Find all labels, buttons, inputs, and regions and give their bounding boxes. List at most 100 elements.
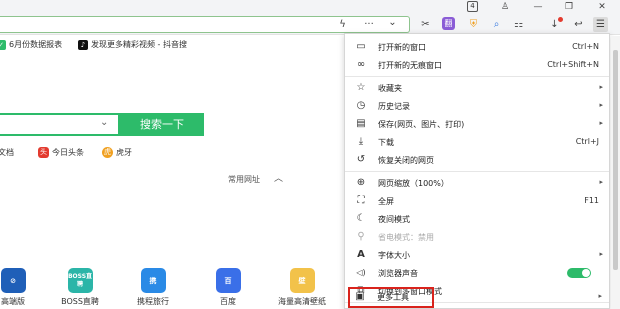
bookmark-label: 发现更多精彩视频 - 抖音搜 <box>91 40 187 49</box>
tiktok-icon: ♪ <box>78 39 88 50</box>
title-bar: 4 ♙ — ❐ ✕ <box>0 0 620 14</box>
restore-icon: ↺ <box>356 154 366 165</box>
grid-icon[interactable]: ⚏ <box>511 17 526 32</box>
incognito-icon: ∞ <box>356 59 366 70</box>
save-icon: ▤ <box>356 118 366 129</box>
menu-item-label: 历史记录 <box>378 102 410 111</box>
app-tile[interactable]: BOSS直聘 BOSS直聘 <box>53 268 107 307</box>
menu-item-restore-closed[interactable]: ↺ 恢复关闭的网页 <box>345 151 609 169</box>
notification-dot <box>558 17 563 22</box>
app-icon: ⊘ <box>0 268 26 293</box>
address-bar[interactable]: ϟ ··· ⌄ <box>0 16 410 33</box>
menu-item-history[interactable]: ◷ 历史记录 ▸ <box>345 97 609 115</box>
close-button[interactable]: ✕ <box>595 1 609 13</box>
sound-icon: ◁) <box>356 268 366 277</box>
chevron-down-icon[interactable]: ⌄ <box>385 15 400 30</box>
boss-icon: BOSS直聘 <box>67 268 93 293</box>
chevron-right-icon: ▸ <box>598 292 602 300</box>
menu-item-incognito[interactable]: ∞ 打开新的无痕窗口 Ctrl+Shift+N <box>345 56 609 74</box>
chevron-right-icon: ▸ <box>599 101 603 109</box>
huya-icon: 虎 <box>102 147 113 158</box>
quick-link[interactable]: 头 今日头条 <box>38 147 84 158</box>
menu-item-shortcut: Ctrl+Shift+N <box>547 60 599 69</box>
menu-item-browser-sound[interactable]: ◁) 浏览器声音 <box>345 264 609 282</box>
tab-count-badge[interactable]: 4 <box>467 1 478 12</box>
toolbar: ϟ ··· ⌄ ✂ 翻 ⛨ ⌕ ⚏ ↓ ↩ ☰ <box>0 14 620 35</box>
baidu-icon: 百 <box>215 268 241 293</box>
app-label: 携程旅行 <box>137 297 169 306</box>
font-size-icon: A <box>357 249 365 260</box>
app-tile[interactable]: 百 百度 <box>201 268 255 307</box>
toutiao-icon: 头 <box>38 147 49 158</box>
browser-window: 4 ♙ — ❐ ✕ ϟ ··· ⌄ ✂ 翻 ⛨ ⌕ ⚏ ↓ ↩ ☰ ✓ 6月份数… <box>0 0 620 309</box>
fullscreen-icon: ⛶ <box>357 195 365 206</box>
menu-item-shortcut: Ctrl+J <box>575 137 599 146</box>
quick-link[interactable]: 虎 虎牙 <box>102 147 132 158</box>
menu-item-save[interactable]: ▤ 保存(网页、图片、打印) ▸ <box>345 115 609 133</box>
menu-item-power-save: ⚲ 省电模式：禁用 <box>345 228 609 246</box>
quick-link-label: 文档 <box>0 148 14 157</box>
lightning-icon[interactable]: ϟ <box>335 17 350 32</box>
menu-item-font-size[interactable]: A 字体大小 ▸ <box>345 246 609 264</box>
search-input[interactable]: ⌄ <box>0 113 120 136</box>
search-button[interactable]: 搜索一下 <box>120 113 204 136</box>
main-menu: ▭ 打开新的窗口 Ctrl+N ∞ 打开新的无痕窗口 Ctrl+Shift+N … <box>344 33 610 309</box>
star-icon: ☆ <box>356 82 366 93</box>
chevron-right-icon: ▸ <box>599 119 603 127</box>
app-tile[interactable]: ⊘ 高端版 <box>0 268 40 307</box>
chevron-right-icon: ▸ <box>599 178 603 186</box>
more-icon[interactable]: ··· <box>360 17 378 32</box>
menu-icon[interactable]: ☰ <box>593 17 608 32</box>
quick-link-label: 虎牙 <box>116 148 132 157</box>
menu-item-favorites[interactable]: ☆ 收藏夹 ▸ <box>345 79 609 97</box>
app-label: 海量高清壁纸 <box>278 297 326 306</box>
app-label: 高端版 <box>1 297 25 306</box>
chevron-right-icon: ▸ <box>599 250 603 258</box>
scissors-icon[interactable]: ✂ <box>418 17 433 32</box>
menu-item-label: 浏览器声音 <box>378 269 418 278</box>
new-window-icon: ▭ <box>356 41 366 52</box>
menu-item-label: 打开新的窗口 <box>378 43 426 52</box>
sound-toggle[interactable] <box>567 268 591 278</box>
menu-item-label: 夜间模式 <box>378 215 410 224</box>
menu-item-downloads[interactable]: ⤓ 下载 Ctrl+J <box>345 133 609 151</box>
night-mode-icon: ☾ <box>356 213 366 224</box>
menu-item-night-mode[interactable]: ☾ 夜间模式 <box>345 210 609 228</box>
quick-link-label: 今日头条 <box>52 148 84 157</box>
shield-icon[interactable]: ⛨ <box>466 17 481 32</box>
menu-item-fullscreen[interactable]: ⛶ 全屏 F11 <box>345 192 609 210</box>
menu-item-label: 恢复关闭的网页 <box>378 156 434 165</box>
menu-item-shortcut: Ctrl+N <box>572 42 599 51</box>
search-icon[interactable]: ⌕ <box>489 17 504 32</box>
minimize-button[interactable]: — <box>531 1 545 13</box>
scrollbar[interactable] <box>611 36 620 309</box>
bookmark-label: 6月份数据报表 <box>9 40 63 49</box>
translate-icon[interactable]: 翻 <box>442 17 455 30</box>
zoom-icon: ⊕ <box>356 177 366 188</box>
menu-divider <box>345 171 609 172</box>
download-icon: ⤓ <box>358 136 364 147</box>
scrollbar-thumb[interactable] <box>613 50 618 270</box>
chevron-up-icon[interactable]: ︿ <box>274 171 283 184</box>
wallpaper-icon: 壁 <box>289 268 315 293</box>
app-label: BOSS直聘 <box>61 297 99 306</box>
menu-item-shortcut: F11 <box>584 196 599 205</box>
restore-button[interactable]: ❐ <box>562 1 576 13</box>
menu-item-label: 网页缩放（100%） <box>378 179 449 188</box>
chevron-right-icon: ▸ <box>599 83 603 91</box>
menu-item-label: 收藏夹 <box>378 84 402 93</box>
shirt-icon[interactable]: ♙ <box>498 1 512 13</box>
bookmarks-bar: ✓ 6月份数据报表 ♪ 发现更多精彩视频 - 抖音搜 <box>0 36 345 53</box>
chevron-down-icon[interactable]: ⌄ <box>100 117 108 128</box>
app-label: 百度 <box>220 297 236 306</box>
menu-item-zoom[interactable]: ⊕ 网页缩放（100%） ▸ <box>345 174 609 192</box>
menu-item-new-window[interactable]: ▭ 打开新的窗口 Ctrl+N <box>345 38 609 56</box>
app-tile[interactable]: 壁 海量高清壁纸 <box>272 268 332 307</box>
back-icon[interactable]: ↩ <box>571 17 586 32</box>
highlight-box <box>348 287 434 308</box>
quick-link[interactable]: 文档 <box>0 147 14 158</box>
bookmark-item[interactable]: ♪ 发现更多精彩视频 - 抖音搜 <box>78 38 187 51</box>
history-icon: ◷ <box>356 100 366 111</box>
app-tile[interactable]: 携 携程旅行 <box>126 268 180 307</box>
bookmark-item[interactable]: ✓ 6月份数据报表 <box>0 38 62 51</box>
